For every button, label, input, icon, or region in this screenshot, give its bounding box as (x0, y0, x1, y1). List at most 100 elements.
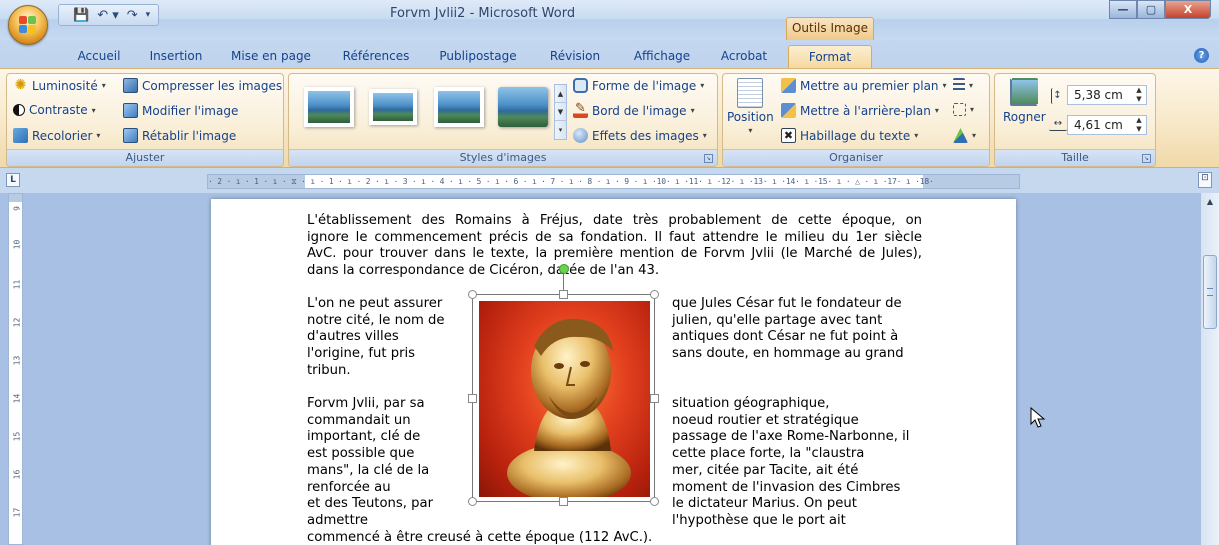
ribbon: ✺ Luminosité ▾ Contraste ▾ Recolorier ▾ Com… (0, 68, 1219, 168)
tab-references[interactable]: Références (335, 45, 417, 68)
reset-picture-button[interactable]: Rétablir l'image (123, 128, 236, 143)
tab-selector[interactable]: L (6, 173, 20, 187)
gallery-up-icon[interactable]: ▲ (555, 85, 566, 103)
save-icon[interactable]: 💾 (73, 8, 89, 23)
effects-icon (573, 128, 588, 143)
group-objects-button[interactable]: ▾ (953, 103, 974, 116)
align-button[interactable]: ▾ (953, 78, 973, 93)
resize-handle-se[interactable] (650, 497, 659, 506)
tab-publipostage[interactable]: Publipostage (432, 45, 524, 68)
brightness-icon: ✺ (13, 77, 28, 93)
compress-pictures-button[interactable]: Compresser les images (123, 78, 282, 93)
resize-handle-ne[interactable] (650, 290, 659, 299)
vertical-ruler[interactable]: 9 10 11 12 13 14 15 16 17 (8, 193, 23, 545)
document-page[interactable]: L'établissement des Romains à Fréjus, da… (211, 199, 1016, 545)
resize-handle-sw[interactable] (468, 497, 477, 506)
bust-photo[interactable] (479, 301, 650, 497)
horizontal-ruler[interactable]: · 2 · ı · 1 · ı · ⧖ · ı · 1 · ı · 2 · ı … (207, 174, 1020, 189)
picture-border-button[interactable]: ✎ Bord de l'image ▾ (573, 102, 695, 118)
picture-shape-button[interactable]: Forme de l'image ▾ (573, 78, 704, 93)
spinner-arrows-icon[interactable]: ▲ ▼ (1132, 86, 1146, 104)
luminosite-button[interactable]: ✺ Luminosité ▾ (13, 78, 106, 93)
rotate-icon (953, 128, 968, 143)
resize-handle-nw[interactable] (468, 290, 477, 299)
group-taille: Rogner ↕ 5,38 cm ▲ ▼ ↔ 4,61 cm ▲ ▼ Taille … (994, 73, 1156, 167)
ruler-row: L · 2 · ı · 1 · ı · ⧖ · ı · 1 · ı · 2 · … (0, 169, 1219, 193)
rotate-button[interactable]: ▾ (953, 128, 976, 143)
change-picture-button[interactable]: Modifier l'image (123, 103, 238, 118)
picture-styles-gallery (298, 81, 550, 133)
crop-icon (1010, 78, 1039, 106)
last-line: commencé à être creusé à cette époque (1… (307, 530, 653, 545)
dialog-launcher-icon[interactable]: ↘ (1142, 154, 1151, 163)
title-bar: 💾 ↶ ▾ ↷ ▾ Forvm Jvlii2 - Microsoft Word … (0, 0, 1219, 45)
tab-mise-en-page[interactable]: Mise en page (226, 45, 316, 68)
picture-effects-button[interactable]: Effets des images ▾ (573, 128, 707, 143)
tab-insertion[interactable]: Insertion (140, 45, 212, 68)
tab-accueil[interactable]: Accueil (64, 45, 134, 68)
group-label-ajuster: Ajuster (7, 149, 283, 166)
resize-handle-w[interactable] (468, 394, 477, 403)
tab-affichage[interactable]: Affichage (624, 45, 700, 68)
tab-acrobat[interactable]: Acrobat (712, 45, 776, 68)
tab-revision[interactable]: Révision (540, 45, 610, 68)
view-ruler-icon[interactable]: ⊡ (1198, 172, 1212, 188)
picture-style-thumb[interactable] (434, 87, 484, 127)
compress-icon (123, 78, 138, 93)
document-title: Forvm Jvlii2 - Microsoft Word (390, 6, 576, 21)
spinner-arrows-icon[interactable]: ▲ ▼ (1132, 116, 1146, 134)
vertical-scrollbar[interactable]: ▲ (1200, 193, 1219, 545)
gallery-scroll[interactable]: ▲ ▼ ▾ (554, 84, 567, 140)
tab-format[interactable]: Format (788, 45, 872, 68)
height-spinner[interactable]: 5,38 cm ▲ ▼ (1067, 85, 1147, 105)
group-ajuster: ✺ Luminosité ▾ Contraste ▾ Recolorier ▾ Com… (6, 73, 284, 167)
close-button[interactable]: X (1165, 0, 1211, 19)
paragraph-2-left: L'on ne peut assurer notre cité, le nom … (307, 296, 445, 378)
border-pen-icon: ✎ (573, 102, 588, 118)
picture-style-thumb[interactable] (498, 87, 548, 127)
undo-icon[interactable]: ↶ ▾ (97, 8, 119, 23)
resize-handle-s[interactable] (559, 497, 568, 506)
position-button[interactable]: Position ▾ (727, 78, 774, 135)
office-logo-icon (19, 16, 37, 34)
rotation-handle[interactable] (559, 264, 569, 274)
office-button[interactable] (8, 5, 48, 45)
gallery-down-icon[interactable]: ▼ (555, 103, 566, 121)
selected-image-frame[interactable] (468, 264, 659, 506)
group-organiser: Position ▾ Mettre au premier plan ▾ Mettre… (722, 73, 990, 167)
contraste-button[interactable]: Contraste ▾ (13, 103, 96, 117)
width-spinner[interactable]: 4,61 cm ▲ ▼ (1067, 115, 1147, 135)
customize-qat-icon[interactable]: ▾ (146, 10, 151, 20)
recolorier-button[interactable]: Recolorier ▾ (13, 128, 100, 143)
wrap-text-icon: ✖ (781, 128, 796, 143)
contextual-tab-group-label: Outils Image (786, 17, 874, 40)
scroll-up-icon[interactable]: ▲ (1201, 193, 1219, 210)
group-icon (953, 103, 966, 116)
position-icon (737, 78, 764, 108)
picture-style-thumb[interactable] (304, 87, 354, 127)
document-area: 9 10 11 12 13 14 15 16 17 L'établissemen… (0, 193, 1219, 545)
send-back-icon (781, 103, 796, 118)
paragraph-3-left: Forvm Jvlii, par sa commandait un import… (307, 396, 434, 528)
minimize-button[interactable]: — (1109, 0, 1137, 19)
help-icon[interactable]: ? (1194, 48, 1209, 63)
width-icon: ↔ (1049, 119, 1067, 131)
group-label-styles: Styles d'images (289, 149, 717, 166)
resize-handle-n[interactable] (559, 290, 568, 299)
picture-style-thumb[interactable] (369, 89, 417, 125)
crop-button[interactable]: Rogner (1003, 78, 1046, 124)
redo-icon[interactable]: ↷ (127, 8, 138, 23)
paragraph-1: L'établissement des Romains à Fréjus, da… (307, 213, 922, 279)
contrast-icon (13, 104, 25, 116)
dialog-launcher-icon[interactable]: ↘ (704, 154, 713, 163)
send-to-back-button[interactable]: Mettre à l'arrière-plan ▾ (781, 103, 939, 118)
gallery-more-icon[interactable]: ▾ (555, 121, 566, 139)
maximize-button[interactable]: ▢ (1137, 0, 1165, 19)
bring-to-front-button[interactable]: Mettre au premier plan ▾ (781, 78, 947, 93)
reset-picture-icon (123, 128, 138, 143)
height-icon: ↕ (1051, 88, 1063, 104)
text-wrapping-button[interactable]: ✖ Habillage du texte ▾ (781, 128, 918, 143)
scrollbar-thumb[interactable] (1203, 255, 1217, 329)
mouse-cursor-icon (1030, 407, 1046, 428)
resize-handle-e[interactable] (650, 394, 659, 403)
